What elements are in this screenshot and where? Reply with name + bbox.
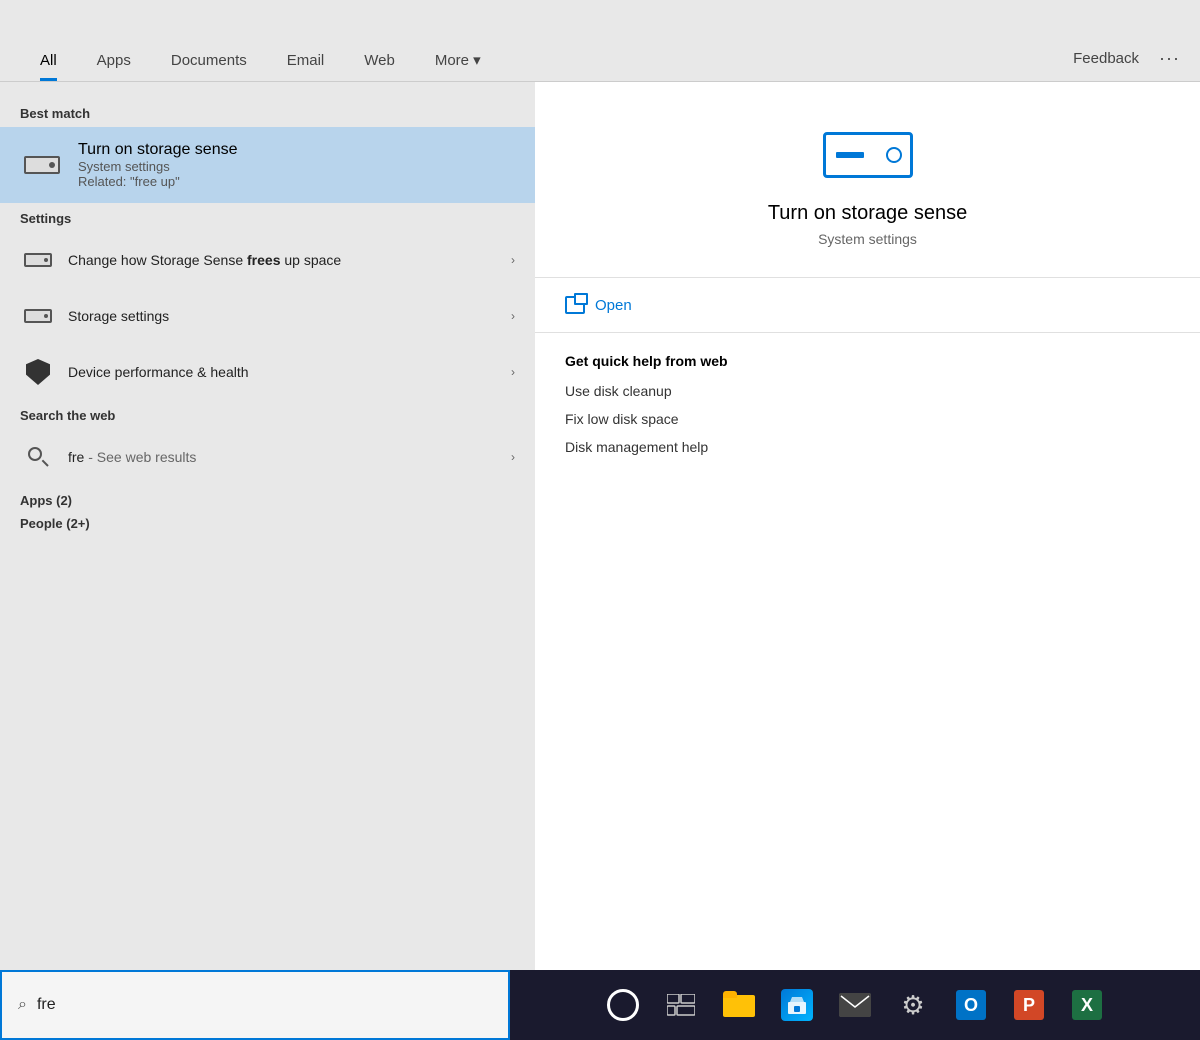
taskbar-search-input[interactable] — [37, 996, 492, 1014]
taskbar-outlook[interactable]: O — [947, 981, 995, 1029]
taskbar-icons: ⚙ O P X — [510, 981, 1200, 1029]
taskbar-powerpoint[interactable]: P — [1005, 981, 1053, 1029]
taskbar-store[interactable] — [773, 981, 821, 1029]
best-match-related: Related: "free up" — [78, 174, 238, 189]
tab-more[interactable]: More ▾ — [415, 41, 501, 81]
drive-icon-small — [24, 156, 60, 174]
right-panel: Turn on storage sense System settings Op… — [535, 82, 1200, 970]
open-button[interactable]: Open — [535, 278, 1200, 333]
right-title: Turn on storage sense — [768, 202, 967, 225]
help-link-low-disk[interactable]: Fix low disk space — [565, 411, 1170, 427]
tab-apps[interactable]: Apps — [77, 42, 151, 81]
left-panel: Best match Turn on storage sense System … — [0, 82, 535, 970]
storage-icon-large — [823, 132, 913, 178]
taskbar-search-icon: ⌕ — [18, 996, 27, 1014]
taskbar-excel[interactable]: X — [1063, 981, 1111, 1029]
help-title: Get quick help from web — [565, 353, 1170, 369]
best-match-subtitle: System settings — [78, 159, 238, 174]
drive-icon-change — [20, 242, 56, 278]
chevron-right-icon-3: › — [511, 365, 515, 379]
settings-item-device-perf[interactable]: Device performance & health › — [0, 344, 535, 400]
shield-icon — [20, 354, 56, 390]
taskbar-task-view[interactable] — [657, 981, 705, 1029]
right-detail-top: Turn on storage sense System settings — [535, 82, 1200, 278]
right-subtitle: System settings — [818, 231, 917, 247]
windows-circle-icon — [607, 989, 639, 1021]
storage-sense-icon — [20, 143, 64, 187]
see-web-results: - See web results — [84, 449, 196, 465]
feedback-button[interactable]: Feedback — [1073, 50, 1139, 67]
powerpoint-icon: P — [1014, 990, 1044, 1020]
chevron-right-icon-4: › — [511, 450, 515, 464]
tab-documents[interactable]: Documents — [151, 42, 267, 81]
chevron-right-icon-2: › — [511, 309, 515, 323]
open-window-icon — [565, 296, 585, 314]
nav-right: Feedback ··· — [1073, 48, 1180, 81]
help-section: Get quick help from web Use disk cleanup… — [535, 333, 1200, 970]
taskbar: ⌕ — [0, 970, 1200, 1040]
drive-icon-storage — [20, 298, 56, 334]
taskbar-file-explorer[interactable] — [715, 981, 763, 1029]
taskbar-start-button[interactable] — [599, 981, 647, 1029]
open-label: Open — [595, 297, 632, 314]
more-options-button[interactable]: ··· — [1159, 48, 1180, 69]
web-search-label: Search the web — [0, 400, 535, 429]
mail-icon — [839, 993, 871, 1017]
best-match-item[interactable]: Turn on storage sense System settings Re… — [0, 127, 535, 203]
web-search-text: fre - See web results — [68, 449, 503, 465]
help-link-disk-mgmt[interactable]: Disk management help — [565, 439, 1170, 455]
people-count: People (2+) — [0, 512, 535, 535]
taskbar-settings[interactable]: ⚙ — [889, 981, 937, 1029]
best-match-text: Turn on storage sense System settings Re… — [78, 141, 238, 189]
taskbar-mail[interactable] — [831, 981, 879, 1029]
outlook-icon: O — [956, 990, 986, 1020]
search-query: fre — [68, 449, 84, 465]
search-web-icon — [20, 439, 56, 475]
web-search-item[interactable]: fre - See web results › — [0, 429, 535, 485]
chevron-right-icon: › — [511, 253, 515, 267]
tab-all[interactable]: All — [20, 42, 77, 81]
apps-count: Apps (2) — [0, 485, 535, 512]
best-match-label: Best match — [0, 98, 535, 127]
top-navigation: All Apps Documents Email Web More ▾ Feed… — [0, 0, 1200, 82]
task-view-icon — [667, 994, 695, 1016]
nav-tabs: All Apps Documents Email Web More ▾ — [20, 41, 1073, 81]
folder-icon — [723, 991, 755, 1019]
settings-item-storage[interactable]: Storage settings › — [0, 288, 535, 344]
settings-item-text-storage: Storage settings — [68, 308, 503, 324]
gear-icon: ⚙ — [901, 990, 924, 1021]
tab-email[interactable]: Email — [267, 42, 345, 81]
main-content: Best match Turn on storage sense System … — [0, 82, 1200, 970]
best-match-title: Turn on storage sense — [78, 141, 238, 159]
settings-item-change-storage[interactable]: Change how Storage Sense frees up space … — [0, 232, 535, 288]
settings-section-label: Settings — [0, 203, 535, 232]
taskbar-search-box[interactable]: ⌕ — [0, 970, 510, 1040]
settings-item-text-device: Device performance & health — [68, 364, 503, 380]
tab-web[interactable]: Web — [344, 42, 415, 81]
excel-icon: X — [1072, 990, 1102, 1020]
help-link-disk-cleanup[interactable]: Use disk cleanup — [565, 383, 1170, 399]
store-icon — [781, 989, 813, 1021]
settings-item-text-change: Change how Storage Sense frees up space — [68, 252, 503, 268]
